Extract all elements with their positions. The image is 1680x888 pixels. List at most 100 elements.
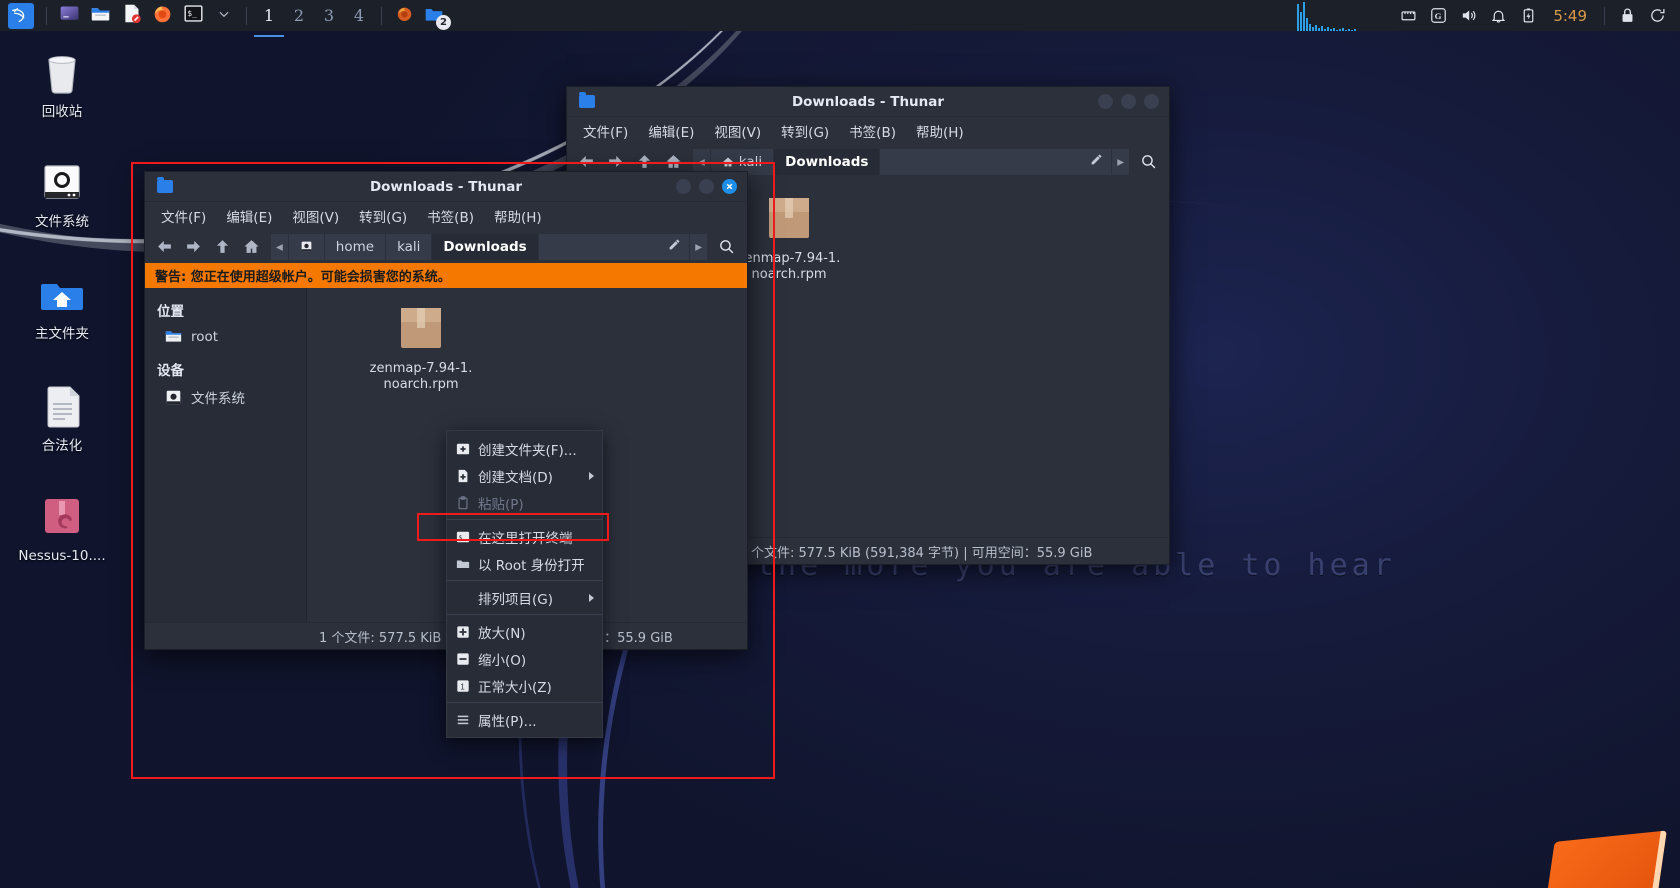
desktop-icon-nessus-package[interactable]: Nessus-10....	[10, 492, 114, 564]
file-item[interactable]: zenmap-7.94-1.noarch.rpm	[367, 302, 475, 394]
menu-item-create-document[interactable]: 创建文档(D)	[447, 462, 602, 489]
sidebar-header-devices: 设备	[157, 363, 184, 379]
new-folder-icon	[456, 442, 470, 456]
pencil-icon[interactable]	[1090, 153, 1103, 170]
zoom-reset-icon: 1	[456, 679, 470, 693]
desktop-icon-legalize[interactable]: 合法化	[10, 382, 114, 454]
close-button[interactable]	[1144, 94, 1159, 109]
menu-bookmarks[interactable]: 书签(B)	[841, 118, 904, 144]
file-manager-launcher[interactable]	[85, 0, 116, 31]
trash-bin-icon	[38, 48, 86, 96]
menu-go[interactable]: 转到(G)	[773, 118, 837, 144]
home-button[interactable]	[238, 234, 264, 260]
panel-separator	[1604, 6, 1605, 25]
taskbar[interactable]: $_ 1 2 3 4 2 G 5:49	[0, 0, 1680, 37]
menu-help[interactable]: 帮助(H)	[486, 203, 550, 229]
desktop-icon-filesystem[interactable]: 文件系统	[10, 158, 114, 230]
launcher-dropdown-button[interactable]	[209, 0, 239, 31]
menu-item-open-terminal-here[interactable]: $_ 在这里打开终端	[447, 523, 602, 550]
forward-button[interactable]	[180, 234, 206, 260]
menu-item-label: 缩小(O)	[478, 652, 527, 669]
menu-item-normal-size[interactable]: 1 正常大小(Z)	[447, 672, 602, 699]
search-button[interactable]	[711, 238, 741, 255]
workspace-1-button[interactable]: 1	[254, 6, 284, 25]
menu-edit[interactable]: 编辑(E)	[218, 203, 280, 229]
sidebar-item-label: root	[191, 328, 219, 345]
desktop-icon-home[interactable]: 主文件夹	[10, 270, 114, 342]
lock-screen-button[interactable]	[1612, 7, 1642, 24]
menu-view[interactable]: 视图(V)	[706, 118, 769, 144]
menu-file[interactable]: 文件(F)	[575, 118, 636, 144]
workspace-4-button[interactable]: 4	[344, 6, 374, 25]
breadcrumb-filesystem-root[interactable]	[288, 233, 325, 260]
menu-item-create-folder[interactable]: 创建文件夹(F)...	[447, 435, 602, 462]
breadcrumb-home[interactable]: home	[324, 233, 387, 260]
breadcrumb[interactable]: ◂ home kali Downloads ▸	[271, 233, 708, 260]
workspace-active-indicator	[254, 35, 284, 37]
home-icon	[665, 155, 681, 168]
menu-item-label: 在这里打开终端	[478, 530, 573, 547]
volume-icon[interactable]	[1453, 7, 1483, 24]
path-entry[interactable]	[880, 148, 1113, 175]
menu-bookmarks[interactable]: 书签(B)	[419, 203, 482, 229]
task-firefox[interactable]	[389, 0, 419, 31]
breadcrumb-downloads[interactable]: Downloads	[774, 148, 881, 175]
breadcrumb-scroll-right[interactable]: ▸	[1112, 148, 1130, 175]
desktop-icon-label: Nessus-10....	[18, 548, 106, 564]
breadcrumb-kali[interactable]: kali	[386, 233, 433, 260]
pencil-icon[interactable]	[668, 238, 681, 255]
arrow-left-icon	[157, 240, 171, 253]
path-entry[interactable]	[538, 233, 691, 260]
menu-item-arrange-items[interactable]: 排列项目(G)	[447, 584, 602, 611]
minimize-button[interactable]	[676, 179, 691, 194]
menubar[interactable]: 文件(F) 编辑(E) 视图(V) 转到(G) 书签(B) 帮助(H)	[145, 202, 747, 230]
sidebar-item-filesystem[interactable]: 文件系统	[145, 383, 306, 411]
clock[interactable]: 5:49	[1543, 7, 1597, 25]
breadcrumb[interactable]: ◂ kali Downloads ▸	[693, 148, 1130, 175]
workspace-3-button[interactable]: 3	[314, 6, 344, 25]
battery-icon[interactable]	[1513, 7, 1543, 24]
g-circle-icon[interactable]: G	[1423, 7, 1453, 24]
search-button[interactable]	[1133, 153, 1163, 170]
terminal-launcher[interactable]: $_	[178, 0, 209, 31]
sidebar-item-root[interactable]: root	[145, 324, 306, 349]
home-folder-icon	[38, 270, 86, 318]
back-button[interactable]	[151, 234, 177, 260]
menu-item-zoom-in[interactable]: 放大(N)	[447, 618, 602, 645]
firefox-launcher[interactable]	[147, 0, 178, 31]
workspace-2-button[interactable]: 2	[284, 6, 314, 25]
task-thunar[interactable]: 2	[419, 0, 451, 31]
menu-file[interactable]: 文件(F)	[153, 203, 214, 229]
terminal-emulator-launcher[interactable]	[54, 0, 85, 31]
logout-button[interactable]	[1642, 7, 1672, 24]
text-editor-launcher[interactable]	[116, 0, 147, 31]
breadcrumb-downloads[interactable]: Downloads	[432, 233, 539, 260]
file-item[interactable]: zenmap-7.94-1.noarch.rpm	[735, 192, 843, 284]
menu-item-zoom-out[interactable]: 缩小(O)	[447, 645, 602, 672]
menu-item-properties[interactable]: 属性(P)...	[447, 706, 602, 733]
breadcrumb-scroll-right[interactable]: ▸	[690, 233, 708, 260]
notifications-icon[interactable]	[1483, 7, 1513, 24]
menu-go[interactable]: 转到(G)	[351, 203, 415, 229]
context-menu[interactable]: 创建文件夹(F)... 创建文档(D) 粘贴(P) $_ 在这里打开终端 以 R…	[446, 430, 603, 738]
chevron-right-icon	[589, 593, 594, 602]
menubar[interactable]: 文件(F) 编辑(E) 视图(V) 转到(G) 书签(B) 帮助(H)	[567, 117, 1169, 145]
sidebar[interactable]: 位置 root 设备 文件系统	[145, 288, 307, 622]
minimize-button[interactable]	[1098, 94, 1113, 109]
titlebar[interactable]: Downloads - Thunar	[145, 172, 747, 202]
applications-menu-button[interactable]	[0, 0, 39, 31]
breadcrumb-scroll-left[interactable]: ◂	[271, 233, 289, 260]
menu-item-open-as-root[interactable]: 以 Root 身份打开	[447, 550, 602, 577]
maximize-button[interactable]	[1121, 94, 1136, 109]
menu-edit[interactable]: 编辑(E)	[640, 118, 702, 144]
up-button[interactable]	[209, 234, 235, 260]
magnifier-icon	[1141, 155, 1155, 169]
titlebar[interactable]: Downloads - Thunar	[567, 87, 1169, 117]
menu-view[interactable]: 视图(V)	[284, 203, 347, 229]
maximize-button[interactable]	[699, 179, 714, 194]
toolbar[interactable]: ◂ home kali Downloads ▸	[145, 230, 747, 263]
desktop-icon-trash[interactable]: 回收站	[10, 48, 114, 120]
close-button[interactable]	[722, 179, 737, 194]
network-status-icon[interactable]	[1393, 7, 1423, 24]
menu-help[interactable]: 帮助(H)	[908, 118, 972, 144]
